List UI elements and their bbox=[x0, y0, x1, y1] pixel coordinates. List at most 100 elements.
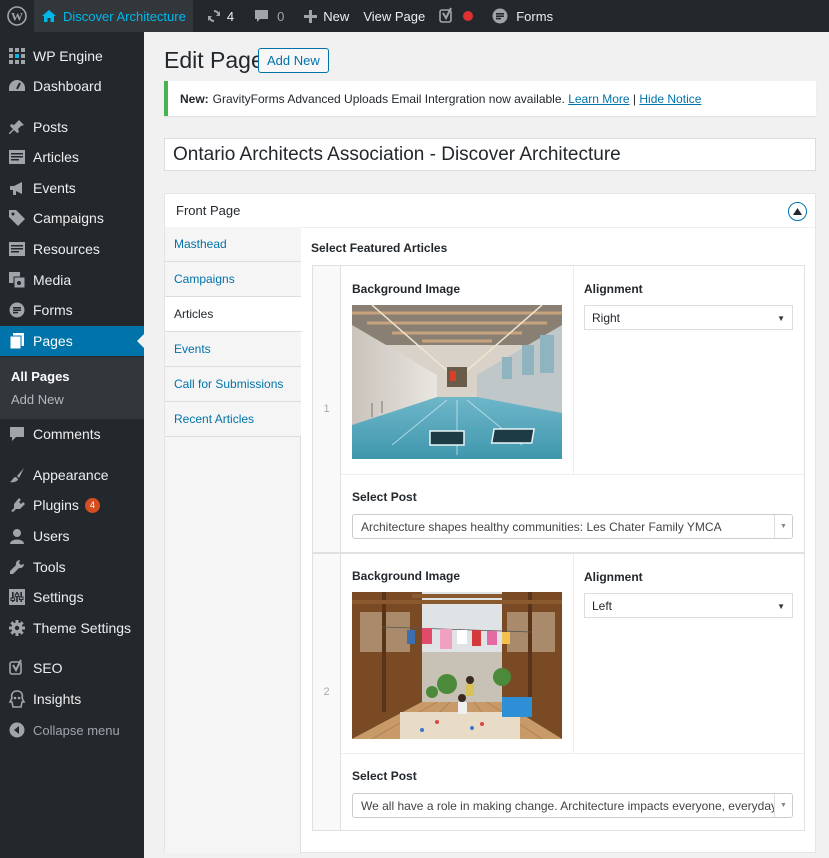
hide-notice-link[interactable]: Hide Notice bbox=[639, 92, 701, 106]
tab-masthead[interactable]: Masthead bbox=[165, 227, 301, 262]
sidebar-item-posts[interactable]: Posts bbox=[0, 112, 144, 142]
metabox-header[interactable]: Front Page bbox=[165, 194, 815, 228]
dropdown-arrow-icon: ▼ bbox=[777, 602, 785, 611]
background-image-thumbnail-deck[interactable] bbox=[352, 592, 562, 739]
pages-icon bbox=[7, 331, 27, 351]
sidebar-item-seo[interactable]: SEO bbox=[0, 653, 144, 683]
sidebar-item-events[interactable]: Events bbox=[0, 173, 144, 203]
sidebar-item-forms[interactable]: Forms bbox=[0, 295, 144, 325]
notice-prefix: New: bbox=[180, 91, 209, 106]
sidebar-item-tools[interactable]: Tools bbox=[0, 552, 144, 582]
sidebar-item-label: Campaigns bbox=[33, 210, 104, 226]
tab-articles[interactable]: Articles bbox=[165, 297, 302, 332]
site-name-link[interactable]: Discover Architecture bbox=[34, 0, 193, 32]
notice-message: GravityForms Advanced Uploads Email Inte… bbox=[212, 91, 565, 106]
settings-icon bbox=[7, 587, 27, 607]
row-number[interactable]: 1 bbox=[313, 266, 341, 552]
selected-post: We all have a role in making change. Arc… bbox=[361, 798, 780, 813]
pin-icon bbox=[7, 117, 27, 137]
sidebar-item-label: Posts bbox=[33, 119, 69, 135]
background-image-label: Background Image bbox=[352, 282, 461, 296]
select-post-dropdown[interactable]: We all have a role in making change. Arc… bbox=[352, 793, 793, 818]
wpengine-icon bbox=[7, 46, 27, 66]
sidebar-item-articles[interactable]: Articles bbox=[0, 142, 144, 172]
sidebar-item-insights[interactable]: Insights bbox=[0, 684, 144, 714]
wrench-icon bbox=[7, 557, 27, 577]
sidebar-item-label: Tools bbox=[33, 559, 66, 575]
post-title-input[interactable]: Ontario Architects Association - Discove… bbox=[164, 138, 816, 171]
background-image-thumbnail-pool[interactable] bbox=[352, 305, 562, 459]
sidebar-item-label: Appearance bbox=[33, 467, 109, 483]
row-divider bbox=[313, 552, 804, 554]
alignment-label: Alignment bbox=[584, 282, 643, 296]
sidebar-item-label: Theme Settings bbox=[33, 620, 132, 636]
sidebar-item-appearance[interactable]: Appearance bbox=[0, 460, 144, 490]
sidebar-item-resources[interactable]: Resources bbox=[0, 234, 144, 264]
cell-divider bbox=[341, 474, 804, 475]
yoast-menu[interactable] bbox=[432, 0, 459, 32]
comments-link[interactable]: 0 bbox=[247, 0, 291, 32]
sidebar-item-pages[interactable]: Pages bbox=[0, 326, 144, 356]
tab-recent-articles[interactable]: Recent Articles bbox=[165, 402, 301, 437]
new-label: New bbox=[323, 8, 350, 24]
select-featured-articles-label: Select Featured Articles bbox=[311, 241, 448, 255]
admin-sidebar: WP Engine Dashboard Posts Articles Event… bbox=[0, 32, 144, 858]
pages-submenu: All Pages Add New bbox=[0, 357, 144, 419]
background-image-label: Background Image bbox=[352, 569, 461, 583]
tab-events[interactable]: Events bbox=[165, 332, 301, 367]
forms-icon bbox=[7, 300, 27, 320]
dropdown-arrow-icon: ▼ bbox=[774, 515, 792, 538]
view-page-link[interactable]: View Page bbox=[356, 0, 432, 32]
alignment-select[interactable]: Right ▼ bbox=[584, 305, 793, 330]
submenu-item-add-new[interactable]: Add New bbox=[11, 392, 64, 407]
cell-divider bbox=[341, 753, 804, 754]
sidebar-item-campaigns[interactable]: Campaigns bbox=[0, 203, 144, 233]
sidebar-item-media[interactable]: Media bbox=[0, 265, 144, 295]
wordpress-logo-icon[interactable]: W bbox=[0, 0, 34, 32]
submenu-item-all-pages[interactable]: All Pages bbox=[11, 369, 70, 384]
article-icon bbox=[7, 147, 27, 167]
sidebar-item-label: Comments bbox=[33, 426, 101, 442]
learn-more-link[interactable]: Learn More bbox=[568, 92, 629, 106]
sidebar-item-settings[interactable]: Settings bbox=[0, 582, 144, 612]
selected-post: Architecture shapes healthy communities:… bbox=[361, 519, 722, 534]
sidebar-item-label: Users bbox=[33, 528, 70, 544]
sidebar-item-label: Insights bbox=[33, 691, 82, 707]
dashboard-icon bbox=[7, 76, 27, 96]
sidebar-item-dashboard[interactable]: Dashboard bbox=[0, 71, 144, 101]
sidebar-item-users[interactable]: Users bbox=[0, 521, 144, 551]
collapse-arrow-icon bbox=[7, 720, 27, 740]
tab-call-for-submissions[interactable]: Call for Submissions bbox=[165, 367, 301, 402]
admin-bar: W Discover Architecture 4 0 New View Pag… bbox=[0, 0, 829, 32]
new-content-link[interactable]: New bbox=[297, 0, 356, 32]
home-icon bbox=[41, 9, 57, 23]
select-post-dropdown[interactable]: Architecture shapes healthy communities:… bbox=[352, 514, 793, 539]
updates-link[interactable]: 4 bbox=[199, 0, 241, 32]
megaphone-icon bbox=[7, 178, 27, 198]
sidebar-item-comments[interactable]: Comments bbox=[0, 419, 144, 449]
metabox-toggle-button[interactable] bbox=[788, 202, 807, 221]
forms-link[interactable]: Forms bbox=[485, 0, 560, 32]
sidebar-item-plugins[interactable]: Plugins 4 bbox=[0, 490, 144, 520]
sidebar-item-wp-engine[interactable]: WP Engine bbox=[0, 41, 144, 71]
seo-status-indicator bbox=[459, 0, 485, 32]
tag-icon bbox=[7, 208, 27, 228]
sidebar-item-theme-settings[interactable]: Theme Settings bbox=[0, 613, 144, 643]
alignment-label: Alignment bbox=[584, 570, 643, 584]
dropdown-arrow-icon: ▼ bbox=[777, 314, 785, 323]
front-page-metabox: Front Page Masthead Campaigns Articles E… bbox=[164, 193, 816, 853]
collapse-menu-label: Collapse menu bbox=[33, 722, 120, 738]
collapse-menu-button[interactable]: Collapse menu bbox=[0, 715, 144, 745]
sidebar-item-label: Media bbox=[33, 272, 72, 288]
alignment-value: Right bbox=[592, 310, 621, 325]
comment-bubble-icon bbox=[254, 9, 269, 23]
admin-notice: New: GravityForms Advanced Uploads Email… bbox=[164, 81, 816, 116]
forms-icon bbox=[492, 8, 508, 24]
add-new-button[interactable]: Add New bbox=[258, 48, 329, 73]
plugin-icon bbox=[7, 495, 27, 515]
tab-campaigns[interactable]: Campaigns bbox=[165, 262, 301, 297]
row-number[interactable]: 2 bbox=[313, 554, 341, 830]
yoast-icon bbox=[7, 658, 27, 678]
alignment-select[interactable]: Left ▼ bbox=[584, 593, 793, 618]
sidebar-item-label: Resources bbox=[33, 241, 100, 257]
